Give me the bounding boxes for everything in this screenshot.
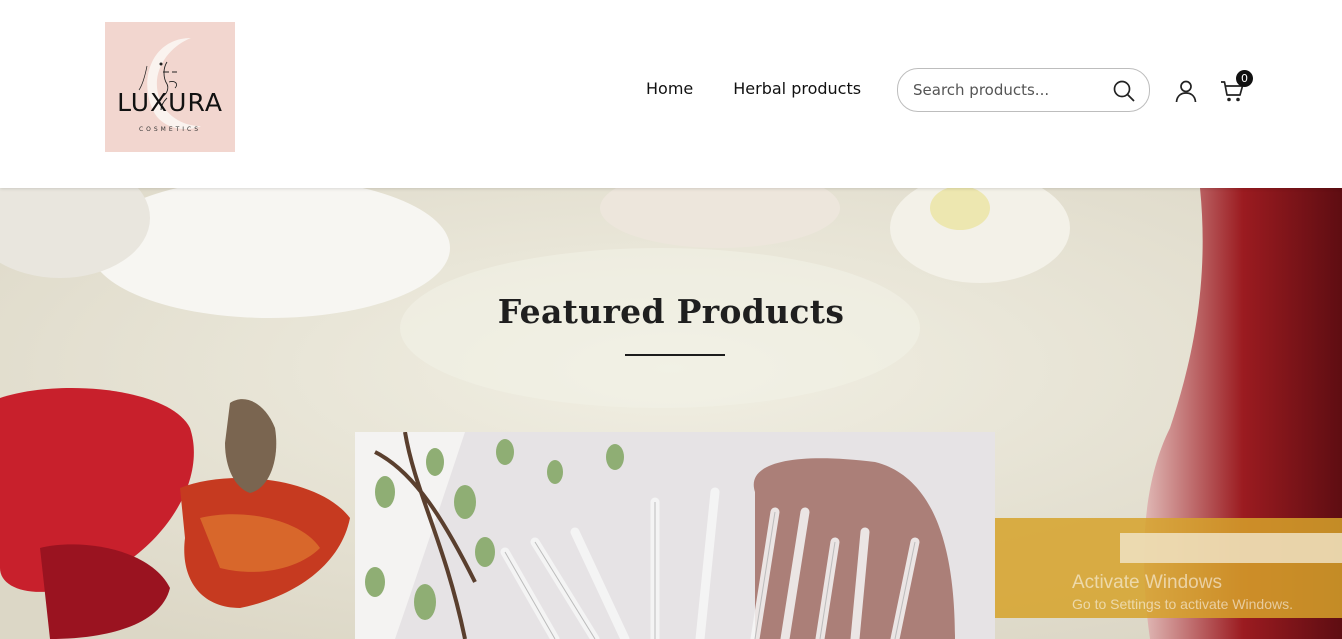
logo-wordmark: LUXURA: [117, 88, 223, 117]
title-divider: [625, 354, 725, 356]
search-input[interactable]: [913, 69, 1103, 111]
cart-count-badge: 0: [1236, 70, 1253, 87]
search-box: [897, 68, 1150, 112]
site-header: LUXURA COSMETICS Home Herbal products 0: [0, 0, 1342, 188]
main-nav: Home Herbal products: [646, 79, 861, 98]
watermark-subtitle: Go to Settings to activate Windows.: [1072, 596, 1293, 612]
search-icon[interactable]: [1113, 80, 1135, 107]
nav-item-herbal-products[interactable]: Herbal products: [733, 79, 861, 98]
logo-tagline: COSMETICS: [138, 126, 202, 133]
windows-activation-watermark: Activate Windows Go to Settings to activ…: [1072, 572, 1293, 612]
watermark-title: Activate Windows: [1072, 572, 1222, 593]
nav-item-home[interactable]: Home: [646, 79, 693, 98]
user-icon[interactable]: [1174, 79, 1198, 108]
featured-product-image[interactable]: [355, 432, 995, 639]
site-logo[interactable]: LUXURA COSMETICS: [105, 22, 235, 152]
section-title: Featured Products: [497, 292, 845, 331]
